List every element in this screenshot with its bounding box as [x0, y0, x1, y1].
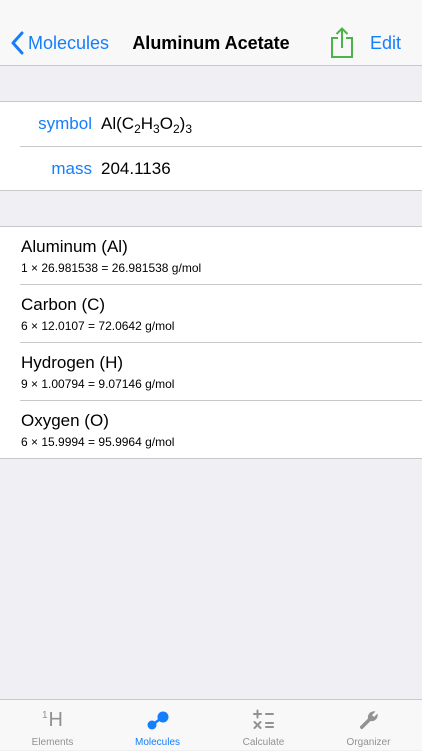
tab-label: Molecules	[134, 737, 181, 748]
element-name: Oxygen (O)	[21, 411, 109, 430]
element-name: Hydrogen (H)	[21, 353, 124, 372]
list-item[interactable]: Aluminum (Al) 1 × 26.981538 = 26.981538 …	[0, 227, 422, 285]
calculator-icon	[252, 709, 274, 729]
symbol-label: symbol	[38, 114, 92, 133]
element-mass-calculation: 6 × 12.0107 = 72.0642 g/mol	[21, 319, 175, 333]
element-name: Aluminum (Al)	[21, 237, 128, 256]
navigation-bar: Molecules Aluminum Acetate Edit	[0, 0, 422, 66]
back-button-label: Molecules	[28, 33, 110, 53]
mass-label: mass	[51, 159, 92, 178]
mass-value: 204.1136	[101, 159, 171, 178]
tab-elements[interactable]: 1H Elements	[0, 700, 105, 751]
hydrogen-element-icon: 1H	[41, 709, 63, 731]
element-mass-calculation: 6 × 15.9994 = 95.9964 g/mol	[21, 435, 175, 449]
list-item[interactable]: Oxygen (O) 6 × 15.9994 = 95.9964 g/mol	[0, 401, 422, 459]
tab-label: Elements	[31, 737, 74, 748]
list-item[interactable]: Hydrogen (H) 9 × 1.00794 = 9.07146 g/mol	[0, 343, 422, 401]
tab-bar: 1H Elements Molecules Calculate Organize…	[0, 699, 422, 750]
element-name: Carbon (C)	[21, 295, 106, 314]
symbol-row: symbol Al(C2H3O2)3	[0, 102, 422, 147]
wrench-icon	[359, 711, 378, 730]
symbol-value: Al(C2H3O2)3	[101, 114, 192, 136]
back-button[interactable]: Molecules	[10, 28, 109, 58]
mass-row: mass 204.1136	[0, 147, 422, 191]
list-item[interactable]: Carbon (C) 6 × 12.0107 = 72.0642 g/mol	[0, 285, 422, 343]
tab-calculate[interactable]: Calculate	[211, 700, 316, 751]
tab-molecules[interactable]: Molecules	[105, 700, 210, 751]
edit-button[interactable]: Edit	[370, 28, 401, 58]
share-icon	[331, 27, 353, 58]
share-button[interactable]	[329, 27, 355, 59]
chevron-left-icon	[11, 31, 24, 55]
tab-label: Calculate	[242, 737, 285, 748]
tab-label: Organizer	[346, 737, 391, 748]
element-composition-list: Aluminum (Al) 1 × 26.981538 = 26.981538 …	[0, 226, 422, 459]
molecule-icon	[147, 711, 168, 730]
molecule-properties: symbol Al(C2H3O2)3 mass 204.1136	[0, 101, 422, 191]
element-mass-calculation: 9 × 1.00794 = 9.07146 g/mol	[21, 377, 175, 391]
tab-organizer[interactable]: Organizer	[316, 700, 421, 751]
element-mass-calculation: 1 × 26.981538 = 26.981538 g/mol	[21, 261, 202, 275]
